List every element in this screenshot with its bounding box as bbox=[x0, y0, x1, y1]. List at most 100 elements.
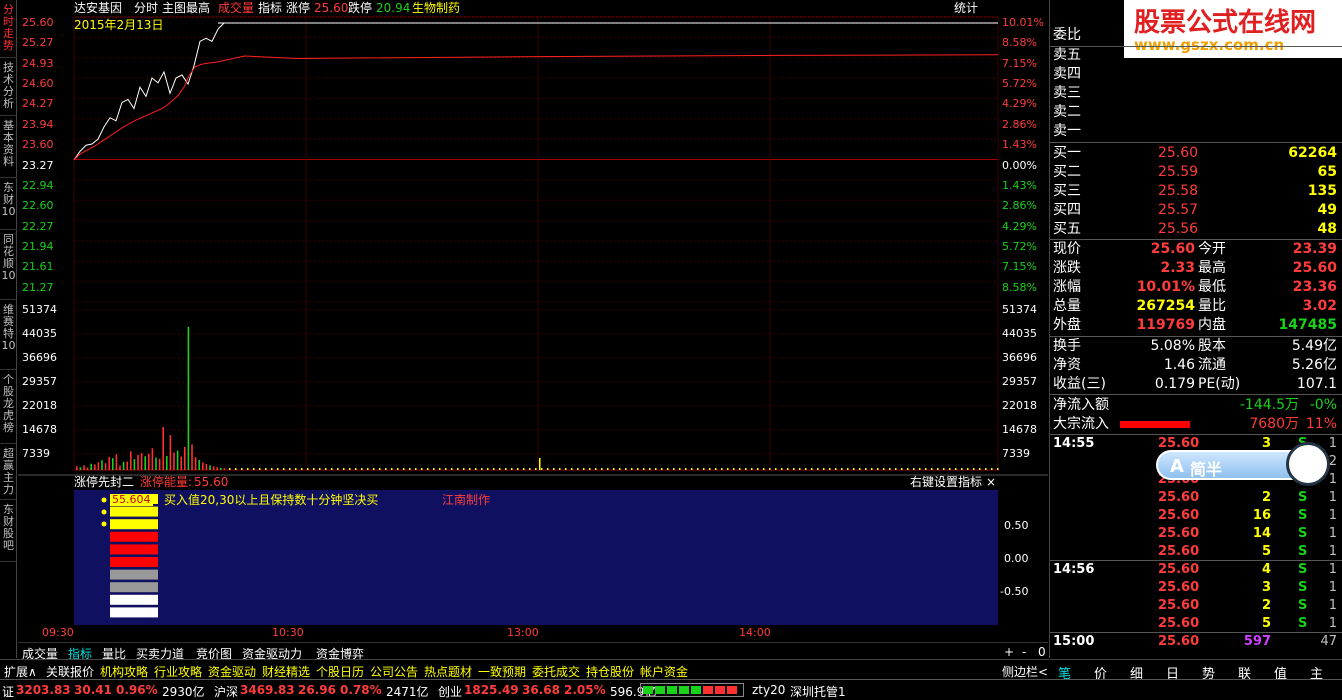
header-indicator-label[interactable]: 指标 bbox=[258, 2, 282, 14]
left-tab-6[interactable]: 个股龙虎榜 bbox=[0, 370, 17, 444]
sector-label[interactable]: 生物制药 bbox=[412, 2, 460, 14]
volume-bar-tail bbox=[457, 468, 459, 470]
index-label-1: 沪深 bbox=[214, 685, 239, 699]
status-broker: 深圳托管1 bbox=[790, 685, 846, 699]
tick-price: 25.60 bbox=[1158, 508, 1200, 523]
left-tab-7[interactable]: 超赢主力 bbox=[0, 444, 17, 500]
quote-value-left: 10.01% bbox=[1136, 279, 1195, 295]
function-item-1[interactable]: 关联报价 bbox=[46, 663, 94, 680]
sell-level-1: 卖一 bbox=[1053, 123, 1081, 139]
time-label-1030: 10:30 bbox=[272, 626, 304, 639]
function-item-7[interactable]: 公司公告 bbox=[370, 663, 418, 680]
left-tab-4[interactable]: 同花顺10 bbox=[0, 230, 17, 300]
funda-sep bbox=[1050, 394, 1342, 395]
volume-bar-22 bbox=[155, 457, 157, 470]
left-tab-1[interactable]: 技术分析 bbox=[0, 58, 17, 116]
left-tab-8[interactable]: 东财股吧 bbox=[0, 500, 17, 562]
buy-level-4[interactable]: 买四 25.57 49 bbox=[1050, 201, 1342, 220]
intraday-chart[interactable]: 达安基因 分时 主图最高 成交量 指标 涨停 25.60 跌停 20.94 生物… bbox=[18, 0, 1048, 640]
function-item-5[interactable]: 财经精选 bbox=[262, 663, 310, 680]
market-meter bbox=[640, 683, 744, 697]
time-label-1300: 13:00 bbox=[507, 626, 539, 639]
header-item-intraday[interactable]: 分时 bbox=[134, 2, 158, 14]
price-tick-left-13: 21.27 bbox=[22, 280, 54, 294]
volume-bar-tail bbox=[571, 468, 573, 470]
left-tab-0[interactable]: 分时走势 bbox=[0, 0, 17, 58]
fundamental-row-0: 换手 5.08% 股本 5.49亿 bbox=[1050, 337, 1342, 356]
function-item-3[interactable]: 行业攻略 bbox=[154, 663, 202, 680]
block-inflow-pct: 11% bbox=[1305, 416, 1337, 432]
volume-bar-tail bbox=[517, 468, 519, 470]
meter-segment bbox=[715, 686, 725, 694]
tick-side: S bbox=[1298, 598, 1308, 613]
sidebar-toggle-button[interactable]: 侧边栏< bbox=[1002, 663, 1048, 680]
volume-bar-tail bbox=[421, 468, 423, 470]
volume-bar-tail bbox=[841, 468, 843, 470]
function-item-11[interactable]: 持仓股份 bbox=[586, 663, 634, 680]
ime-mascot-icon bbox=[1286, 442, 1330, 486]
left-tab-2[interactable]: 基本资料 bbox=[0, 116, 17, 178]
zoom-out-button[interactable]: - bbox=[1022, 645, 1026, 659]
left-tab-5[interactable]: 维赛特10 bbox=[0, 300, 17, 370]
indicator-settings-button[interactable]: 右键设置指标 bbox=[910, 476, 982, 488]
function-item-4[interactable]: 资金驱动 bbox=[208, 663, 256, 680]
function-item-8[interactable]: 热点题材 bbox=[424, 663, 472, 680]
function-item-9[interactable]: 一致预期 bbox=[478, 663, 526, 680]
function-item-2[interactable]: 机构攻略 bbox=[100, 663, 148, 680]
header-vol-label[interactable]: 成交量 bbox=[218, 2, 254, 14]
vol-tick-left-4: 22018 bbox=[22, 399, 57, 412]
volume-bar-0 bbox=[76, 466, 78, 470]
tick-row-5: 25.60 14 S 1 bbox=[1050, 525, 1342, 543]
volume-bar-13 bbox=[122, 461, 125, 470]
volume-bar-tail bbox=[463, 468, 465, 470]
indicator-title[interactable]: 涨停先封二 bbox=[74, 476, 134, 488]
volume-bar-tail bbox=[745, 468, 747, 470]
function-item-12[interactable]: 帐户资金 bbox=[640, 663, 688, 680]
sell-level-2: 卖二 bbox=[1053, 104, 1081, 120]
buy-level-3[interactable]: 买三 25.58 135 bbox=[1050, 182, 1342, 201]
left-tab-3[interactable]: 东财10 bbox=[0, 178, 17, 230]
buy-price: 25.60 bbox=[1158, 145, 1199, 161]
volume-bar-tail bbox=[919, 468, 921, 470]
quote-value-left: 267254 bbox=[1136, 298, 1195, 314]
volume-bar-15 bbox=[130, 451, 132, 470]
zoom-reset-button[interactable]: 0 bbox=[1038, 645, 1046, 659]
volume-bar-spike-1300 bbox=[539, 458, 541, 470]
tick-side: S bbox=[1298, 616, 1308, 631]
left-vertical-tabs: 分时走势 技术分析 基本资料 东财10 同花顺10 维赛特10 个股龙虎榜 超赢主力 东财股吧 bbox=[0, 0, 17, 658]
volume-bar-tail bbox=[943, 468, 945, 470]
buy-level-5[interactable]: 买五 25.56 48 bbox=[1050, 220, 1342, 239]
zoom-in-button[interactable]: + bbox=[1004, 645, 1014, 659]
index-value-1: 3469.83 bbox=[240, 683, 295, 697]
tick-price: 25.60 bbox=[1158, 598, 1200, 613]
volume-bar-tail bbox=[655, 468, 657, 470]
indicator-close-icon[interactable]: × bbox=[986, 476, 996, 488]
header-item-main-high[interactable]: 主图最高 bbox=[162, 2, 210, 14]
status-bar: 证 3203.83 30.41 0.96% 2930亿 沪深 3469.83 26.96 0.7… bbox=[0, 679, 1342, 700]
function-item-10[interactable]: 委托成交 bbox=[532, 663, 580, 680]
volume-bar-10 bbox=[112, 458, 114, 470]
price-tick-left-8: 22.94 bbox=[22, 178, 54, 192]
volume-bar-tail bbox=[691, 468, 693, 470]
sell-level-3: 卖三 bbox=[1053, 85, 1081, 101]
volume-bar-tail bbox=[721, 468, 723, 470]
function-item-6[interactable]: 个股日历 bbox=[316, 663, 364, 680]
stock-name: 达安基因 bbox=[74, 1, 123, 15]
buy-level-1[interactable]: 买一 25.60 62264 bbox=[1050, 144, 1342, 163]
ime-toolbar[interactable]: A 简半 bbox=[1156, 442, 1330, 486]
indicator-block-8 bbox=[110, 594, 158, 605]
stats-button[interactable]: 统计 bbox=[954, 2, 978, 14]
index-amount-1: 2471亿 bbox=[386, 685, 429, 699]
volume-bar-21 bbox=[151, 448, 154, 470]
indicator-block-4 bbox=[110, 544, 158, 555]
buy-level-2[interactable]: 买二 25.59 65 bbox=[1050, 163, 1342, 182]
volume-bar-4 bbox=[90, 463, 92, 470]
fundamental-value-right: 5.26亿 bbox=[1291, 357, 1337, 373]
volume-bar-tail bbox=[799, 468, 801, 470]
tick-price: 25.60 bbox=[1158, 580, 1200, 595]
buy-volume: 135 bbox=[1307, 183, 1337, 199]
function-item-0[interactable]: 扩展∧ bbox=[4, 663, 37, 680]
volume-bar-3 bbox=[86, 467, 89, 470]
price-tick-right-11: 5.72% bbox=[1002, 239, 1037, 253]
volume-bar-tail bbox=[631, 468, 633, 470]
